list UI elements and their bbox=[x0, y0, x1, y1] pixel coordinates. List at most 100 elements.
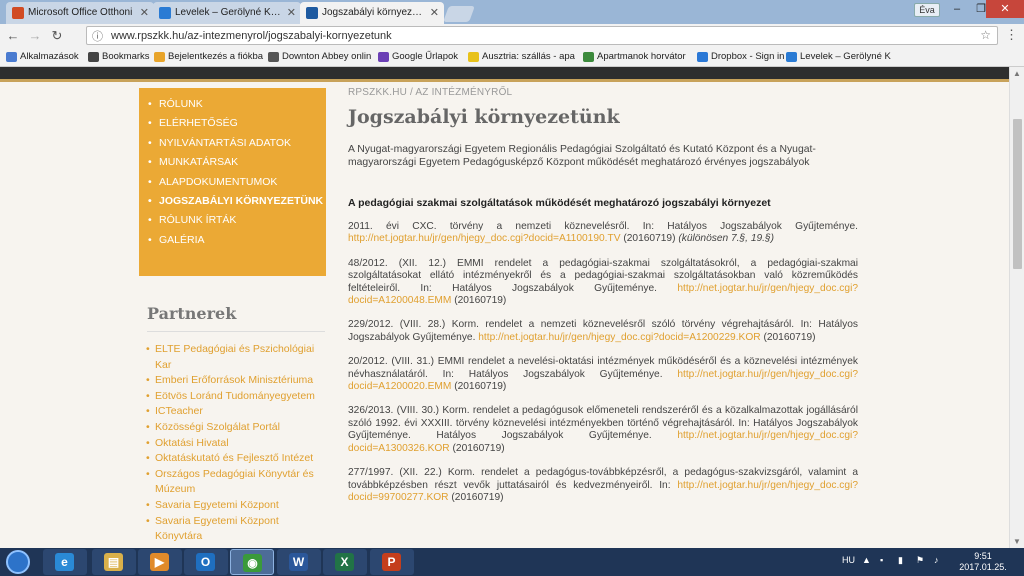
scrollbar-thumb[interactable] bbox=[1013, 119, 1022, 269]
back-icon[interactable]: ← bbox=[4, 27, 22, 45]
browser-tab[interactable]: Levelek – Gerölyné Kölke ✕ bbox=[153, 2, 301, 24]
new-tab-button[interactable] bbox=[443, 6, 475, 22]
tab-close-icon[interactable]: ✕ bbox=[287, 2, 296, 24]
excel-taskbar-button[interactable]: X bbox=[323, 549, 367, 575]
partner-link[interactable]: Országos Pedagógiai Könyvtár és Múzeum bbox=[146, 467, 325, 498]
bookmark-icon bbox=[154, 52, 165, 62]
sidebar-item[interactable]: Jogszabályi környezetünk bbox=[148, 195, 326, 208]
law-entry: 277/1997. (XII. 22.) Korm. rendelet a pe… bbox=[348, 467, 858, 504]
tab-close-icon[interactable]: ✕ bbox=[430, 2, 439, 24]
partner-link[interactable]: Oktatáskutató és Fejlesztő Intézet bbox=[146, 451, 325, 467]
outlook-icon: O bbox=[196, 553, 215, 571]
scroll-up-icon[interactable]: ▲ bbox=[1013, 69, 1021, 78]
tray-app-icon[interactable]: ▪ bbox=[880, 555, 883, 565]
sidebar-item[interactable]: Munkatársak bbox=[148, 156, 326, 169]
sidebar-item[interactable]: Alapdokumentumok bbox=[148, 176, 326, 189]
sidebar-item[interactable]: Elérhetőség bbox=[148, 117, 326, 130]
sidebar-item[interactable]: Galéria bbox=[148, 234, 326, 247]
partner-link[interactable]: Savaria Egyetemi Központ Könyvtára bbox=[146, 514, 325, 545]
bookmarks-bar: Alkalmazások Bookmarks Bejelentkezés a fió… bbox=[0, 47, 1024, 67]
bookmark-icon bbox=[697, 52, 708, 62]
bookmark-item[interactable]: Downton Abbey onlin bbox=[268, 50, 371, 64]
sidebar-item[interactable]: Nyilvántartási adatok bbox=[148, 137, 326, 150]
language-indicator[interactable]: HU bbox=[842, 555, 855, 565]
section-heading: A pedagógiai szakmai szolgáltatások műkö… bbox=[348, 197, 771, 209]
browser-tab[interactable]: Microsoft Office Otthoni ✕ bbox=[6, 2, 154, 24]
tray-expand-icon[interactable]: ▲ bbox=[862, 555, 871, 565]
address-bar[interactable]: ⓘ www.rpszkk.hu/az-intezmenyrol/jogszaba… bbox=[86, 26, 998, 45]
bookmark-item[interactable]: Levelek – Gerölyné K bbox=[786, 50, 891, 64]
bookmark-item[interactable]: Bookmarks bbox=[88, 50, 150, 64]
minimize-icon[interactable]: – bbox=[944, 0, 970, 18]
powerpoint-taskbar-button[interactable]: P bbox=[370, 549, 414, 575]
partner-link[interactable]: Eötvös Loránd Tudományegyetem bbox=[146, 389, 325, 405]
tab-close-icon[interactable]: ✕ bbox=[140, 2, 149, 24]
partner-link[interactable]: Emberi Erőforrások Minisztériuma bbox=[146, 373, 325, 389]
breadcrumb[interactable]: RPSZKK.HU / AZ INTÉZMÉNYRŐL bbox=[348, 87, 858, 98]
bookmark-icon bbox=[468, 52, 479, 62]
internet-explorer-taskbar-button[interactable]: e bbox=[43, 549, 87, 575]
partner-link[interactable]: Oktatási Hivatal bbox=[146, 436, 325, 452]
web-page: Rólunk Elérhetőség Nyilvántartási adatok Mu… bbox=[0, 67, 1009, 548]
chrome-taskbar-button[interactable]: ◉ bbox=[230, 549, 274, 575]
tab-label: Levelek – Gerölyné Kölke bbox=[175, 7, 289, 18]
bookmark-icon bbox=[786, 52, 797, 62]
law-text: 2011. évi CXC. törvény a nemzeti közneve… bbox=[348, 221, 858, 232]
page-title: Jogszabályi környezetünk bbox=[348, 106, 620, 128]
browser-menu-icon[interactable]: ⋮ bbox=[1005, 27, 1018, 43]
bookmark-star-icon[interactable]: ☆ bbox=[980, 28, 991, 42]
reload-icon[interactable]: ↻ bbox=[48, 27, 66, 45]
partners-list: ELTE Pedagógiai és Pszichológiai KarEmbe… bbox=[146, 342, 325, 545]
profile-button[interactable]: Éva bbox=[914, 3, 940, 17]
law-date: (20160719) bbox=[454, 295, 507, 307]
flag-icon[interactable]: ⚑ bbox=[916, 555, 924, 566]
powerpoint-icon: P bbox=[382, 553, 401, 571]
bookmark-label: Downton Abbey onlin bbox=[282, 51, 372, 62]
bookmark-item[interactable]: Alkalmazások bbox=[6, 50, 79, 64]
bookmark-label: Alkalmazások bbox=[20, 51, 79, 62]
bookmark-item[interactable]: Ausztria: szállás - apa bbox=[468, 50, 575, 64]
partners-heading: Partnerek bbox=[147, 304, 237, 323]
page-scrollbar[interactable]: ▲ ▼ bbox=[1009, 67, 1024, 548]
partner-link[interactable]: Savaria Egyetemi Központ bbox=[146, 498, 325, 514]
tab-favicon-icon bbox=[306, 7, 318, 19]
clock-time: 9:51 bbox=[974, 551, 992, 561]
outlook-taskbar-button[interactable]: O bbox=[184, 549, 228, 575]
bookmark-icon bbox=[583, 52, 594, 62]
bookmark-label: Apartmanok horvátor bbox=[597, 51, 686, 62]
partner-link[interactable]: Közösségi Szolgálat Portál bbox=[146, 420, 325, 436]
bookmark-label: Ausztria: szállás - apa bbox=[482, 51, 575, 62]
law-entry: 2011. évi CXC. törvény a nemzeti közneve… bbox=[348, 221, 858, 246]
bookmark-item[interactable]: Apartmanok horvátor bbox=[583, 50, 686, 64]
start-button[interactable] bbox=[6, 550, 30, 574]
bookmark-item[interactable]: Dropbox - Sign in bbox=[697, 50, 784, 64]
main-content: RPSZKK.HU / AZ INTÉZMÉNYRŐL Jogszabályi … bbox=[348, 87, 858, 504]
bookmark-label: Levelek – Gerölyné K bbox=[800, 51, 891, 62]
intro-paragraph: A Nyugat-magyarországi Egyetem Regionáli… bbox=[348, 144, 816, 168]
partner-link[interactable]: ICTeacher bbox=[146, 404, 325, 420]
scroll-down-icon[interactable]: ▼ bbox=[1013, 537, 1021, 546]
browser-tab[interactable]: Jogszabályi környezetün ✕ bbox=[300, 2, 444, 24]
bookmark-icon bbox=[378, 52, 389, 62]
sidebar-item[interactable]: Rólunk bbox=[148, 98, 326, 111]
media-player-taskbar-button[interactable]: ▶ bbox=[138, 549, 182, 575]
file-explorer-taskbar-button[interactable]: ▤ bbox=[92, 549, 136, 575]
info-icon[interactable]: ⓘ bbox=[92, 28, 103, 44]
law-link[interactable]: http://net.jogtar.hu/jr/gen/hjegy_doc.cg… bbox=[348, 233, 621, 244]
browser-tab-strip: Microsoft Office Otthoni ✕ Levelek – Geröl… bbox=[0, 0, 1024, 24]
word-taskbar-button[interactable]: W bbox=[277, 549, 321, 575]
close-window-icon[interactable]: ✕ bbox=[986, 0, 1024, 18]
url-text: www.rpszkk.hu/az-intezmenyrol/jogszabaly… bbox=[111, 30, 392, 42]
volume-icon[interactable]: ♪ bbox=[934, 555, 939, 565]
forward-icon[interactable]: → bbox=[26, 27, 44, 45]
clock[interactable]: 9:51 2017.01.25. bbox=[958, 551, 1008, 573]
partner-link[interactable]: ELTE Pedagógiai és Pszichológiai Kar bbox=[146, 342, 325, 373]
bookmark-item[interactable]: Bejelentkezés a fiókba bbox=[154, 50, 263, 64]
sidebar-item[interactable]: Rólunk írták bbox=[148, 214, 326, 227]
windows-taskbar: e ▤ ▶ O ◉ W X P HU ▲ ▪ ▮ ⚑ ♪ 9:51 2017.01.25. bbox=[0, 548, 1024, 576]
bookmark-icon bbox=[88, 52, 99, 62]
network-icon[interactable]: ▮ bbox=[898, 555, 903, 566]
bookmark-item[interactable]: Google Űrlapok bbox=[378, 50, 458, 64]
law-link[interactable]: http://net.jogtar.hu/jr/gen/hjegy_doc.cg… bbox=[478, 332, 760, 343]
law-date: (20160719) bbox=[763, 331, 816, 343]
